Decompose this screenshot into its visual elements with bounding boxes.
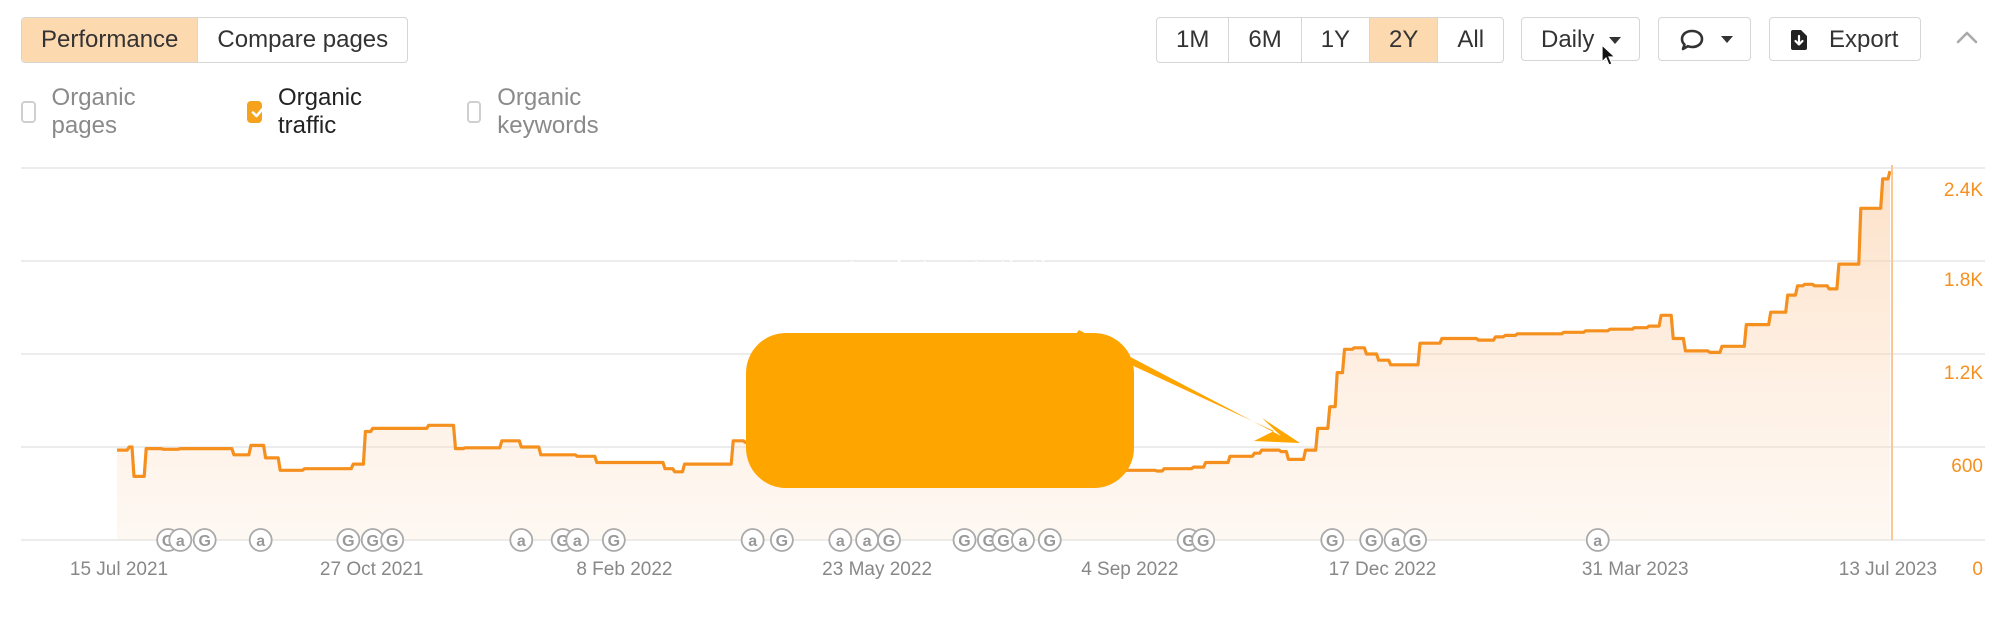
callout-text: Content refreshed with up-to-date statist… — [779, 211, 1101, 289]
marker-label: G — [386, 533, 398, 550]
y-zero-label: 0 — [1972, 559, 1983, 580]
marker-label: G — [1197, 533, 1209, 550]
ahrefs-update-marker[interactable]: a — [509, 528, 534, 552]
metric-label: Organic pages — [51, 84, 136, 139]
update-markers: GaGaGGGaGaGaGaaGGGGaGGGGGaGa — [156, 528, 1610, 552]
google-update-marker[interactable]: G — [380, 528, 405, 552]
google-update-marker[interactable]: G — [192, 528, 217, 552]
metric-label: Organic traffic — [278, 84, 363, 139]
google-update-marker[interactable]: G — [336, 528, 361, 552]
google-update-marker[interactable]: G — [1191, 528, 1216, 552]
range-1y[interactable]: 1Y — [1302, 18, 1371, 62]
download-icon — [1791, 30, 1807, 50]
range-2y[interactable]: 2Y — [1370, 18, 1439, 62]
ahrefs-update-marker[interactable]: a — [565, 528, 590, 552]
checkbox-icon[interactable] — [467, 101, 482, 123]
checkbox-checked-icon[interactable] — [247, 101, 265, 123]
y-axis-labels: 600 1.2K 1.8K 2.4K 0 — [1944, 180, 1983, 580]
google-update-marker[interactable]: G — [877, 528, 901, 552]
marker-label: a — [573, 533, 582, 550]
y-tick-label: 1.8K — [1944, 270, 1983, 291]
ahrefs-update-marker[interactable]: a — [828, 528, 853, 552]
y-tick-label: 2.4K — [1944, 180, 1983, 201]
organic-traffic-chart: GaGaGGGaGaGaGaaGGGGaGGGGGaGa 15 Jul 2021… — [21, 165, 1985, 580]
metric-label: Organic keywords — [497, 84, 599, 139]
google-update-marker[interactable]: G — [1037, 528, 1062, 552]
marker-label: a — [176, 533, 185, 550]
x-tick-label: 17 Dec 2022 — [1329, 559, 1437, 580]
marker-label: G — [1365, 533, 1377, 550]
ahrefs-update-marker[interactable]: a — [1585, 528, 1610, 552]
marker-label: G — [1044, 533, 1056, 550]
google-update-marker[interactable]: G — [1403, 528, 1427, 552]
google-update-marker[interactable]: G — [601, 528, 626, 552]
tab-compare-pages[interactable]: Compare pages — [198, 18, 407, 62]
x-tick-label: 31 Mar 2023 — [1582, 559, 1689, 580]
google-update-marker[interactable]: G — [769, 528, 794, 552]
marker-label: G — [1326, 533, 1338, 550]
marker-label: G — [198, 533, 210, 550]
x-tick-label: 23 May 2022 — [822, 559, 932, 580]
range-6m[interactable]: 6M — [1229, 18, 1302, 62]
export-label: Export — [1829, 26, 1899, 53]
marker-label: G — [776, 533, 788, 550]
marker-label: G — [997, 533, 1009, 550]
metric-organic-traffic[interactable]: Organic traffic — [247, 84, 369, 139]
x-tick-label: 15 Jul 2021 — [70, 559, 168, 580]
metric-organic-pages[interactable]: Organic pages — [21, 84, 143, 139]
metric-organic-keywords[interactable]: Organic keywords — [467, 84, 606, 139]
annotations-dropdown[interactable] — [1658, 17, 1751, 61]
ahrefs-update-marker[interactable]: a — [168, 528, 193, 552]
x-tick-label: 13 Jul 2023 — [1839, 559, 1937, 580]
marker-label: a — [256, 533, 265, 550]
range-1m[interactable]: 1M — [1157, 18, 1230, 62]
mouse-cursor-icon — [1601, 44, 1617, 66]
view-switcher: Performance Compare pages — [21, 17, 409, 63]
google-update-marker[interactable]: G — [1359, 528, 1384, 552]
marker-label: a — [517, 533, 526, 550]
tab-performance[interactable]: Performance — [22, 18, 199, 62]
chart-toolbar: Performance Compare pages 1M 6M 1Y 2Y All Dai… — [0, 0, 1999, 80]
marker-label: a — [863, 533, 872, 550]
google-update-marker[interactable]: G — [1320, 528, 1345, 552]
export-button[interactable]: Export — [1769, 17, 1921, 61]
y-tick-label: 1.2K — [1944, 363, 1983, 384]
chevron-down-icon — [1721, 36, 1733, 43]
interval-label: Daily — [1541, 26, 1595, 53]
marker-label: G — [342, 533, 354, 550]
marker-label: G — [958, 533, 970, 550]
x-tick-label: 8 Feb 2022 — [576, 559, 672, 580]
comment-icon — [1680, 29, 1704, 51]
range-all[interactable]: All — [1438, 18, 1503, 62]
marker-label: a — [1593, 533, 1602, 550]
interval-dropdown[interactable]: Daily — [1521, 17, 1640, 61]
x-tick-label: 27 Oct 2021 — [320, 559, 424, 580]
marker-label: G — [366, 533, 378, 550]
marker-label: a — [1391, 533, 1400, 550]
ahrefs-update-marker[interactable]: a — [248, 528, 273, 552]
collapse-chevron-up-icon[interactable] — [1955, 29, 1979, 45]
ahrefs-update-marker[interactable]: a — [1011, 528, 1035, 552]
x-axis-labels: 15 Jul 2021 27 Oct 2021 8 Feb 2022 23 May 2… — [70, 559, 1937, 580]
marker-label: G — [608, 533, 620, 550]
callout-bubble — [746, 333, 1134, 488]
marker-label: a — [836, 533, 845, 550]
marker-label: a — [748, 533, 757, 550]
ahrefs-update-marker[interactable]: a — [740, 528, 765, 552]
google-update-marker[interactable]: G — [952, 528, 977, 552]
y-tick-label: 600 — [1951, 456, 1983, 477]
x-tick-label: 4 Sep 2022 — [1081, 559, 1178, 580]
ahrefs-update-marker[interactable]: a — [855, 528, 880, 552]
date-range-switcher: 1M 6M 1Y 2Y All — [1156, 17, 1505, 63]
marker-label: G — [883, 533, 895, 550]
checkbox-icon[interactable] — [21, 101, 36, 123]
marker-label: G — [1409, 533, 1421, 550]
marker-label: a — [1019, 533, 1028, 550]
